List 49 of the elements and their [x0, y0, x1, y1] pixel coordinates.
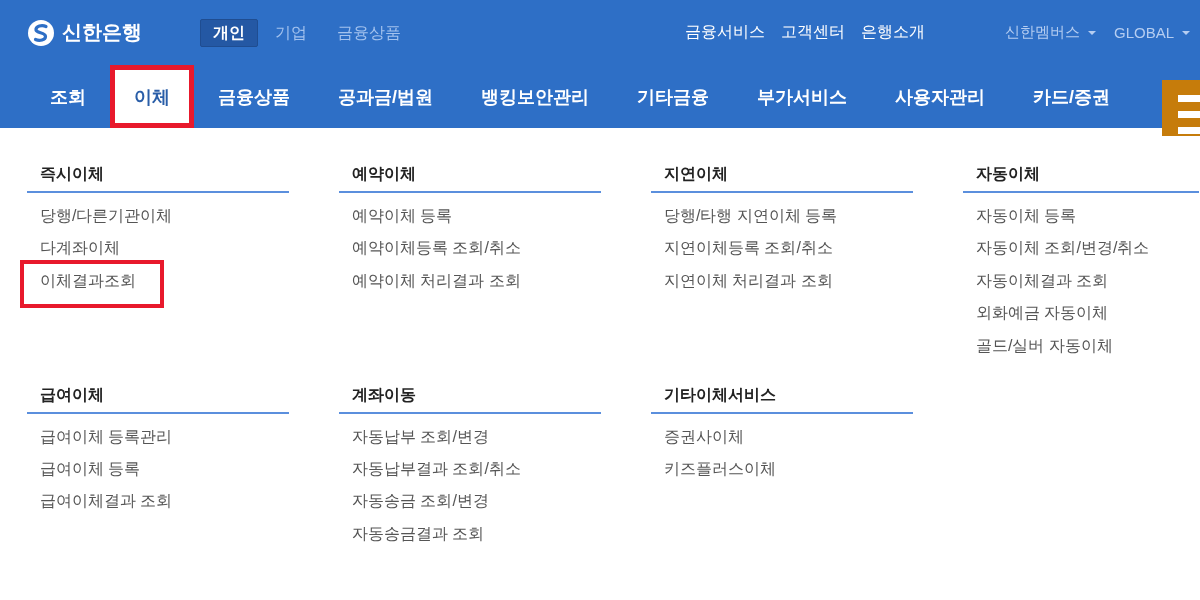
menu-link[interactable]: 자동이체 등록: [976, 206, 1077, 226]
menu-link[interactable]: 예약이체 등록: [352, 206, 453, 226]
top-link[interactable]: 고객센터: [780, 22, 845, 43]
logo-link[interactable]: 신한은행: [28, 19, 142, 46]
logo-icon: [28, 19, 54, 46]
menu-link[interactable]: 지연이체등록 조회/취소: [664, 238, 833, 259]
group-heading: 계좌이동: [352, 385, 416, 403]
menu-link[interactable]: 다계좌이체: [40, 238, 120, 259]
menu-link[interactable]: 당행/타행 지연이체 등록: [664, 206, 838, 226]
menu-link[interactable]: 예약이체등록 조회/취소: [352, 238, 521, 259]
menu-link[interactable]: 지연이체 처리결과 조회: [664, 270, 833, 291]
group-heading: 기타이체서비스: [664, 385, 776, 403]
caret-icon: [1182, 30, 1190, 35]
menu-link[interactable]: 급여이체 등록: [40, 458, 141, 479]
caret-icon: [1087, 30, 1096, 35]
menu-link[interactable]: 급여이체 등록관리: [40, 426, 173, 447]
nav-tab[interactable]: 뱅킹보안관리: [457, 65, 613, 128]
menu-link[interactable]: 골드/실버 자동이체: [976, 335, 1113, 356]
nav-tab[interactable]: 공과금/법원: [314, 65, 457, 128]
menu-button[interactable]: [1162, 80, 1200, 136]
nav-tab[interactable]: 사용자관리: [871, 65, 1009, 128]
menu-link[interactable]: 증권사이체: [664, 426, 744, 447]
menu-icon: [1178, 95, 1200, 134]
nav-tab[interactable]: 금융상품: [194, 65, 314, 128]
menu-link[interactable]: 키즈플러스이체: [664, 458, 776, 479]
menu-link[interactable]: 예약이체 처리결과 조회: [352, 270, 521, 291]
menu-link[interactable]: 자동송금 조회/변경: [352, 491, 489, 512]
group-heading: 즉시이체: [40, 165, 104, 182]
group-heading: 예약이체: [352, 165, 416, 182]
menu-link[interactable]: 자동납부 조회/변경: [352, 426, 489, 447]
menu-link[interactable]: 자동이체 조회/변경/취소: [976, 238, 1150, 259]
menu-link[interactable]: 자동납부결과 조회/취소: [352, 458, 521, 479]
top-link[interactable]: 금융서비스: [684, 22, 765, 43]
top-tab[interactable]: 개인: [200, 18, 258, 47]
menu-link[interactable]: 자동이체결과 조회: [976, 270, 1109, 291]
nav-tab[interactable]: 부가서비스: [733, 65, 871, 128]
top-link[interactable]: 은행소개: [860, 22, 925, 43]
nav-tab[interactable]: 조회: [26, 65, 110, 128]
group-heading: 급여이체: [40, 385, 104, 403]
menu-link[interactable]: 자동송금결과 조회: [352, 523, 485, 544]
nav-tab[interactable]: 카드/증권: [1009, 65, 1135, 128]
nav-tab[interactable]: 기타금융: [613, 65, 733, 128]
menu-link[interactable]: 당행/다른기관이체: [40, 206, 173, 226]
group-heading: 자동이체: [976, 165, 1040, 182]
menu-link[interactable]: 외화예금 자동이체: [976, 303, 1109, 324]
group-heading: 지연이체: [664, 165, 728, 182]
menu-link[interactable]: 이체결과조회: [20, 259, 164, 308]
nav-tab[interactable]: 이체: [110, 65, 194, 128]
menu-link[interactable]: 급여이체결과 조회: [40, 491, 173, 512]
